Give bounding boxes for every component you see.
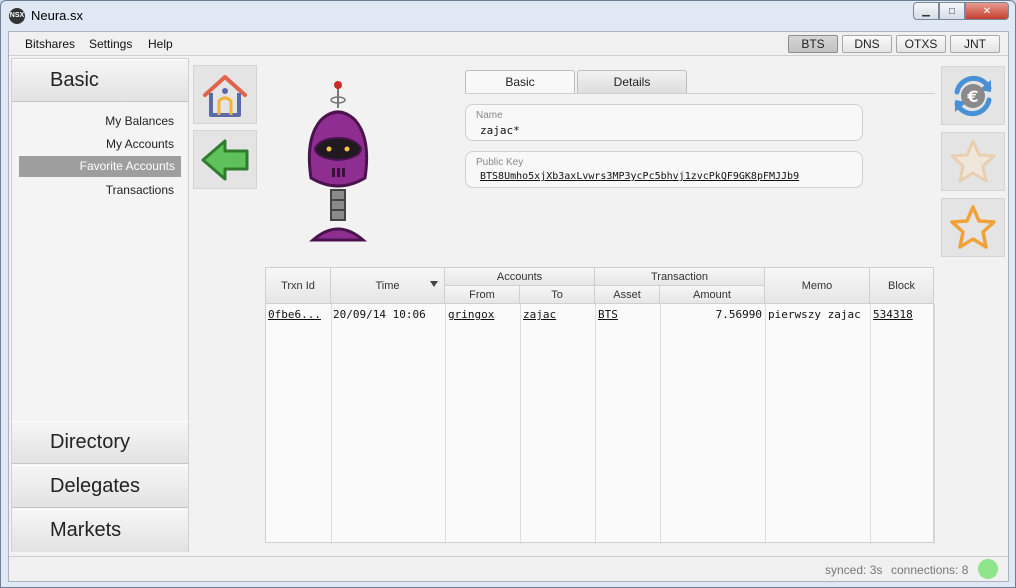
header-accounts-group: Accounts bbox=[445, 268, 595, 286]
sidebar-section-basic[interactable]: Basic bbox=[12, 59, 188, 102]
sidebar-section-markets[interactable]: Markets bbox=[12, 509, 188, 552]
status-bar: synced: 3s connections: 8 bbox=[9, 556, 1008, 581]
title-bar: NSX Neura.sx ▁ □ ✕ bbox=[1, 1, 1015, 31]
currency-tab-dns[interactable]: DNS bbox=[842, 35, 892, 53]
close-button[interactable]: ✕ bbox=[965, 2, 1009, 20]
sidebar-section-delegates[interactable]: Delegates bbox=[12, 465, 188, 508]
cell-asset[interactable]: BTS bbox=[598, 308, 618, 321]
window-controls: ▁ □ ✕ bbox=[913, 2, 1009, 22]
public-key-value[interactable]: BTS8Umho5xjXb3axLvwrs3MP3ycPc5bhvj1zvcPk… bbox=[480, 171, 799, 182]
column-divider bbox=[934, 304, 935, 544]
client-area: Bitshares Settings Help BTS DNS OTXS JNT… bbox=[8, 31, 1009, 582]
public-key-label: Public Key bbox=[476, 157, 524, 168]
currency-tabs: BTS DNS OTXS JNT bbox=[788, 35, 1000, 53]
header-transaction-group: Transaction bbox=[595, 268, 765, 286]
app-logo-icon: NSX bbox=[9, 8, 25, 24]
synced-status: synced: 3s bbox=[825, 563, 883, 577]
sidebar-item-transactions[interactable]: Transactions bbox=[106, 183, 174, 197]
detail-tabs: Basic Details bbox=[465, 70, 687, 94]
cell-from[interactable]: gringox bbox=[448, 308, 494, 321]
column-divider bbox=[870, 304, 871, 544]
connections-status: connections: 8 bbox=[891, 563, 969, 577]
sidebar-item-my-balances[interactable]: My Balances bbox=[105, 114, 174, 128]
sidebar-item-favorite-accounts[interactable]: Favorite Accounts bbox=[19, 156, 181, 177]
name-label: Name bbox=[476, 110, 503, 121]
tab-details[interactable]: Details bbox=[577, 70, 687, 94]
header-time-label: Time bbox=[375, 280, 400, 292]
cell-to[interactable]: zajac bbox=[523, 308, 556, 321]
header-from[interactable]: From bbox=[445, 286, 520, 304]
transactions-table: Trxn Id Time Accounts From To Transactio… bbox=[265, 267, 935, 544]
header-asset[interactable]: Asset bbox=[595, 286, 660, 304]
sidebar: Basic My Balances My Accounts Favorite A… bbox=[11, 58, 189, 552]
minimize-button[interactable]: ▁ bbox=[913, 2, 939, 20]
home-button[interactable] bbox=[193, 65, 257, 124]
connection-indicator-icon bbox=[978, 559, 998, 579]
currency-tab-otxs[interactable]: OTXS bbox=[896, 35, 946, 53]
column-divider bbox=[595, 304, 596, 544]
back-button[interactable] bbox=[193, 130, 257, 189]
tab-divider bbox=[465, 93, 935, 94]
menu-bar: Bitshares Settings Help BTS DNS OTXS JNT bbox=[9, 32, 1008, 56]
currency-tab-jnt[interactable]: JNT bbox=[950, 35, 1000, 53]
header-memo[interactable]: Memo bbox=[765, 268, 870, 304]
public-key-field[interactable]: Public Key BTS8Umho5xjXb3axLvwrs3MP3ycPc… bbox=[465, 151, 863, 188]
menu-bitshares[interactable]: Bitshares bbox=[25, 37, 75, 51]
maximize-button[interactable]: □ bbox=[939, 2, 965, 20]
column-divider bbox=[765, 304, 766, 544]
favorite-star-icon bbox=[950, 139, 996, 182]
sort-descending-icon bbox=[430, 281, 438, 287]
header-to[interactable]: To bbox=[520, 286, 595, 304]
name-field[interactable]: Name zajac* bbox=[465, 104, 863, 141]
robot-avatar-image bbox=[307, 81, 369, 242]
cell-time: 20/09/14 10:06 bbox=[333, 308, 426, 321]
cell-trxn-id[interactable]: 0fbe6... bbox=[268, 308, 321, 321]
name-value: zajac* bbox=[480, 124, 520, 137]
app-window: NSX Neura.sx ▁ □ ✕ Bitshares Settings He… bbox=[0, 0, 1016, 588]
header-time[interactable]: Time bbox=[331, 268, 445, 304]
column-divider bbox=[445, 304, 446, 544]
menu-settings[interactable]: Settings bbox=[89, 37, 132, 51]
home-icon bbox=[203, 74, 247, 117]
add-favorite-star-icon bbox=[950, 204, 996, 249]
tab-basic[interactable]: Basic bbox=[465, 70, 575, 94]
back-arrow-icon bbox=[201, 139, 249, 180]
sidebar-section-directory[interactable]: Directory bbox=[12, 421, 188, 464]
column-divider bbox=[520, 304, 521, 544]
add-favorite-button[interactable] bbox=[941, 198, 1005, 257]
currency-tab-bts[interactable]: BTS bbox=[788, 35, 838, 53]
menu-help[interactable]: Help bbox=[148, 37, 173, 51]
header-trxn-id[interactable]: Trxn Id bbox=[266, 268, 331, 304]
header-block[interactable]: Block bbox=[870, 268, 934, 304]
cell-amount: 7.56990 bbox=[715, 308, 762, 321]
column-divider bbox=[660, 304, 661, 544]
exchange-button[interactable]: € bbox=[941, 66, 1005, 125]
currency-exchange-icon: € bbox=[954, 75, 992, 116]
svg-text:€: € bbox=[966, 87, 978, 106]
column-divider bbox=[331, 304, 332, 544]
cell-block[interactable]: 534318 bbox=[873, 308, 913, 321]
header-amount[interactable]: Amount bbox=[660, 286, 765, 304]
window-title: Neura.sx bbox=[31, 8, 84, 23]
sidebar-item-my-accounts[interactable]: My Accounts bbox=[106, 137, 174, 151]
cell-memo: pierwszy zajac bbox=[768, 308, 861, 321]
favorite-button[interactable] bbox=[941, 132, 1005, 191]
robot-avatar bbox=[299, 78, 385, 242]
